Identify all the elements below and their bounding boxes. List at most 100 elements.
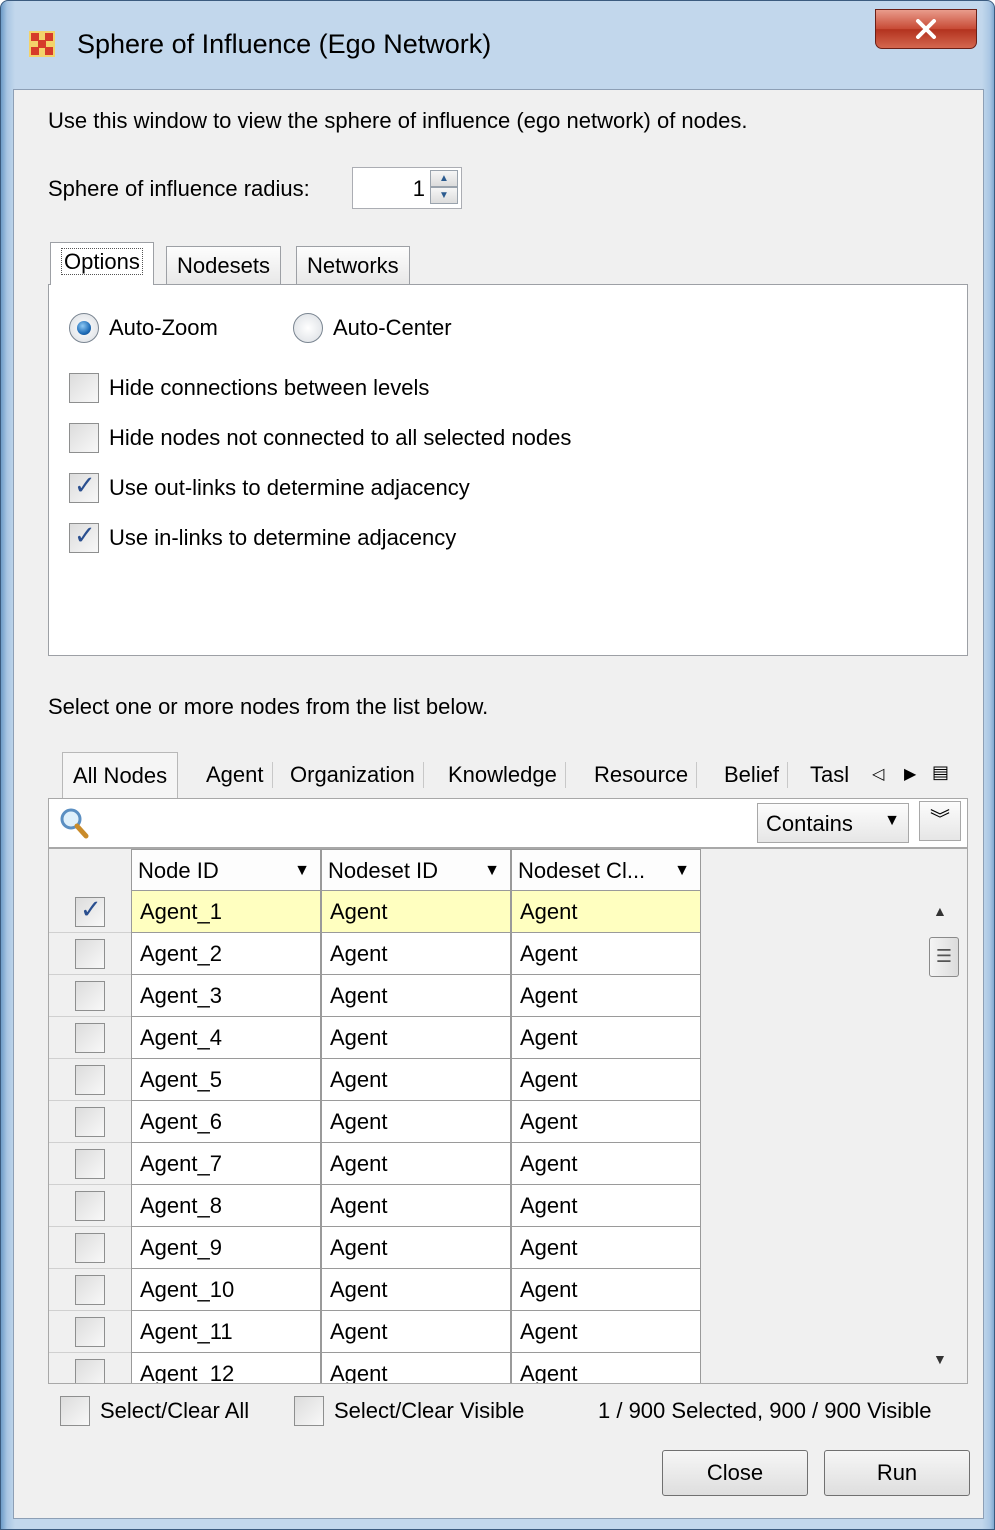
nodeset-class-cell[interactable]: Agent: [511, 1311, 701, 1353]
close-button[interactable]: Close: [662, 1450, 808, 1496]
nodeset-class-cell[interactable]: Agent: [511, 1017, 701, 1059]
nodeset-class-cell[interactable]: Agent: [511, 1227, 701, 1269]
radius-label: Sphere of influence radius:: [48, 176, 310, 201]
auto-zoom-radio[interactable]: [69, 313, 99, 343]
row-checkbox[interactable]: [75, 1107, 105, 1137]
nodeset-id-cell[interactable]: Agent: [321, 1059, 511, 1101]
spinner-down-icon[interactable]: ▼: [430, 187, 458, 204]
column-header-node-id[interactable]: Node ID ▼: [131, 849, 321, 891]
nodeset-class-cell[interactable]: Agent: [511, 1269, 701, 1311]
select-clear-all-label[interactable]: Select/Clear All: [100, 1398, 249, 1424]
tab-agent[interactable]: Agent: [198, 762, 273, 788]
tab-resource[interactable]: Resource: [586, 762, 698, 788]
row-checkbox[interactable]: [75, 1191, 105, 1221]
column-header-nodeset-class[interactable]: Nodeset Cl... ▼: [511, 849, 701, 891]
title-bar[interactable]: Sphere of Influence (Ego Network): [1, 1, 995, 89]
nodeset-id-cell[interactable]: Agent: [321, 1143, 511, 1185]
row-checkbox[interactable]: [75, 1149, 105, 1179]
nodeset-class-cell[interactable]: Agent: [511, 1353, 701, 1383]
radius-spinner[interactable]: 1 ▲ ▼: [352, 167, 462, 209]
nodeset-class-cell[interactable]: Agent: [511, 933, 701, 975]
in-links-checkbox[interactable]: [69, 521, 99, 553]
tab-nodesets[interactable]: Nodesets: [166, 246, 281, 284]
tab-networks[interactable]: Networks: [296, 246, 410, 284]
nodeset-class-cell[interactable]: Agent: [511, 1185, 701, 1227]
window-close-button[interactable]: [875, 9, 977, 49]
nodeset-id-cell[interactable]: Agent: [321, 1269, 511, 1311]
tab-task[interactable]: Tasl: [802, 762, 857, 788]
select-clear-visible-checkbox[interactable]: [294, 1396, 324, 1426]
row-checkbox[interactable]: [75, 939, 105, 969]
nodeset-id-cell[interactable]: Agent: [321, 933, 511, 975]
row-checkbox-cell: [49, 891, 131, 933]
sort-dropdown-icon[interactable]: ▼: [674, 862, 690, 880]
node-id-cell[interactable]: Agent_3: [131, 975, 321, 1017]
nodeset-class-cell[interactable]: Agent: [511, 1059, 701, 1101]
auto-center-radio[interactable]: [293, 313, 323, 343]
out-links-label[interactable]: Use out-links to determine adjacency: [109, 475, 470, 501]
sort-dropdown-icon[interactable]: ▼: [484, 862, 500, 880]
select-clear-all-checkbox[interactable]: [60, 1396, 90, 1426]
row-checkbox[interactable]: [75, 981, 105, 1011]
tab-scroll-right-icon[interactable]: ▶: [904, 764, 916, 784]
nodeset-class-cell[interactable]: Agent: [511, 975, 701, 1017]
nodeset-id-cell[interactable]: Agent: [321, 891, 511, 933]
auto-center-label[interactable]: Auto-Center: [333, 315, 452, 341]
filter-mode-dropdown[interactable]: Contains ▼: [757, 803, 909, 843]
tab-list-menu-icon[interactable]: ▤: [932, 762, 949, 783]
node-id-cell[interactable]: Agent_5: [131, 1059, 321, 1101]
node-id-cell[interactable]: Agent_7: [131, 1143, 321, 1185]
node-id-cell[interactable]: Agent_1: [131, 891, 321, 933]
nodeset-class-cell[interactable]: Agent: [511, 1143, 701, 1185]
row-checkbox[interactable]: [75, 1023, 105, 1053]
column-header-nodeset-id[interactable]: Nodeset ID ▼: [321, 849, 511, 891]
scroll-down-icon[interactable]: ▼: [933, 1351, 947, 1367]
node-id-cell[interactable]: Agent_8: [131, 1185, 321, 1227]
node-id-cell[interactable]: Agent_11: [131, 1311, 321, 1353]
search-input[interactable]: [93, 805, 743, 841]
tab-knowledge[interactable]: Knowledge: [440, 762, 566, 788]
in-links-label[interactable]: Use in-links to determine adjacency: [109, 525, 456, 551]
tab-options[interactable]: Options: [50, 242, 154, 285]
sort-dropdown-icon[interactable]: ▼: [294, 862, 310, 880]
table-scrollbar[interactable]: ▲ ☰ ▼: [923, 891, 963, 1381]
nodeset-id-cell[interactable]: Agent: [321, 1311, 511, 1353]
nodeset-id-cell[interactable]: Agent: [321, 1353, 511, 1383]
row-checkbox[interactable]: [75, 1359, 105, 1383]
nodeset-id-cell[interactable]: Agent: [321, 1017, 511, 1059]
node-id-cell[interactable]: Agent_10: [131, 1269, 321, 1311]
run-button[interactable]: Run: [824, 1450, 970, 1496]
node-id-cell[interactable]: Agent_6: [131, 1101, 321, 1143]
row-checkbox[interactable]: [75, 895, 105, 927]
scroll-up-icon[interactable]: ▲: [933, 903, 947, 919]
nodeset-id-cell[interactable]: Agent: [321, 1101, 511, 1143]
spinner-up-icon[interactable]: ▲: [430, 170, 458, 187]
hide-unconnected-label[interactable]: Hide nodes not connected to all selected…: [109, 425, 571, 451]
node-id-cell[interactable]: Agent_9: [131, 1227, 321, 1269]
tab-belief[interactable]: Belief: [716, 762, 789, 788]
select-clear-visible-label[interactable]: Select/Clear Visible: [334, 1398, 524, 1424]
nodeset-class-cell[interactable]: Agent: [511, 891, 701, 933]
auto-zoom-label[interactable]: Auto-Zoom: [109, 315, 218, 341]
node-id-cell[interactable]: Agent_4: [131, 1017, 321, 1059]
hide-unconnected-checkbox[interactable]: [69, 423, 99, 453]
nodeset-class-cell[interactable]: Agent: [511, 1101, 701, 1143]
node-id-cell[interactable]: Agent_12: [131, 1353, 321, 1383]
hide-connections-label[interactable]: Hide connections between levels: [109, 375, 429, 401]
nodeset-id-cell[interactable]: Agent: [321, 1227, 511, 1269]
row-checkbox[interactable]: [75, 1233, 105, 1263]
row-checkbox[interactable]: [75, 1065, 105, 1095]
tab-scroll-left-icon[interactable]: ◁: [872, 764, 884, 784]
node-id-cell[interactable]: Agent_2: [131, 933, 321, 975]
scroll-thumb[interactable]: ☰: [929, 937, 959, 977]
row-checkbox[interactable]: [75, 1317, 105, 1347]
radius-value[interactable]: 1: [413, 176, 425, 202]
tab-all-nodes[interactable]: All Nodes: [62, 752, 179, 798]
nodeset-id-cell[interactable]: Agent: [321, 975, 511, 1017]
row-checkbox[interactable]: [75, 1275, 105, 1305]
nodeset-id-cell[interactable]: Agent: [321, 1185, 511, 1227]
tab-organization[interactable]: Organization: [282, 762, 424, 788]
hide-connections-checkbox[interactable]: [69, 373, 99, 403]
out-links-checkbox[interactable]: [69, 471, 99, 503]
expand-filter-button[interactable]: ︾: [919, 801, 961, 841]
